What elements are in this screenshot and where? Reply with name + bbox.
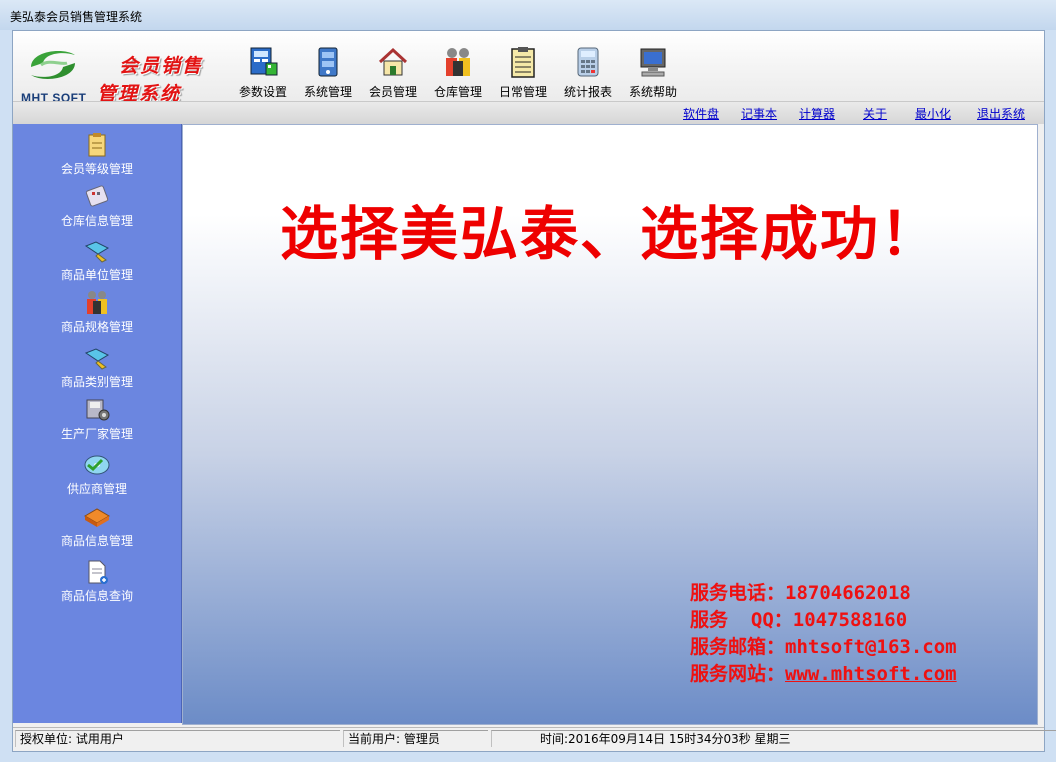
sidebar-item-spec[interactable]: 商品规格管理: [13, 288, 181, 340]
link-calculator[interactable]: 计算器: [799, 105, 835, 122]
sidebar-item-label: 商品类别管理: [60, 375, 133, 389]
sidebar-item-member-level[interactable]: 会员等级管理: [13, 130, 181, 182]
sidebar-item-warehouse-info[interactable]: 仓库信息管理: [13, 182, 181, 234]
app-window: MHT SOFT 会员销售 管理系统 参数设置 系统管理 会员管理 仓库管理 日…: [12, 30, 1056, 752]
toolbar-label: 参数设置: [238, 85, 287, 99]
sidebar-item-supplier[interactable]: 供应商管理: [13, 450, 181, 502]
cd-check-icon: [84, 455, 110, 475]
computer-icon: [640, 48, 666, 77]
clipboard-icon: [511, 47, 535, 78]
link-about[interactable]: 关于: [863, 105, 887, 122]
clipboard-icon: [88, 133, 106, 157]
link-notepad[interactable]: 记事本: [741, 105, 777, 122]
contact-website-label: 服务网站：: [690, 663, 786, 685]
calculator-icon: [85, 185, 109, 207]
logo: MHT SOFT 会员销售 管理系统: [15, 39, 225, 109]
toolbar-label: 日常管理: [498, 85, 547, 99]
toolbar-report-button[interactable]: 统计报表: [558, 43, 618, 99]
document-add-icon: [88, 560, 108, 584]
status-time: 时间:2016年09月14日 15时34分03秒 星期三: [491, 730, 1056, 747]
contact-phone: 服务电话：18704662018: [690, 580, 957, 607]
box-icon: [84, 508, 110, 527]
sidebar-item-label: 生产厂家管理: [60, 427, 133, 441]
status-current-user: 当前用户: 管理员: [343, 730, 488, 747]
quick-link-bar: 软件盘 记事本 计算器 关于 最小化 退出系统: [13, 101, 1044, 124]
sidebar-item-unit[interactable]: 商品单位管理: [13, 236, 181, 288]
toolbar-label: 会员管理: [368, 85, 417, 99]
sidebar: 会员等级管理 仓库信息管理 商品单位管理 商品规格管理 商品类别管理 生产厂家管…: [13, 124, 182, 723]
contact-email: 服务邮箱：mhtsoft@163.com: [690, 634, 957, 661]
status-bar: 授权单位: 试用用户 当前用户: 管理员 时间:2016年09月14日 15时3…: [13, 727, 1056, 750]
contact-qq: 服务 QQ：1047588160: [690, 607, 957, 634]
calculator-icon: [577, 47, 599, 77]
sidebar-item-label: 仓库信息管理: [60, 214, 133, 228]
toolbar-help-button[interactable]: 系统帮助: [623, 43, 683, 99]
sidebar-item-manufacturer[interactable]: 生产厂家管理: [13, 395, 181, 447]
contact-email-label: 服务邮箱：: [690, 636, 786, 658]
toolbar-label: 系统管理: [303, 85, 352, 99]
contact-phone-value: 18704662018: [785, 582, 911, 604]
contact-info: 服务电话：18704662018 服务 QQ：1047588160 服务邮箱：m…: [690, 580, 957, 688]
sidebar-item-product-info[interactable]: 商品信息管理: [13, 502, 181, 554]
disk-gear-icon: [86, 399, 110, 421]
main-content: 选择美弘泰、选择成功！ 服务电话：18704662018 服务 QQ：10475…: [182, 124, 1038, 725]
sidebar-item-category[interactable]: 商品类别管理: [13, 343, 181, 395]
link-minimize[interactable]: 最小化: [915, 105, 951, 122]
contact-phone-label: 服务电话：: [690, 582, 786, 604]
toolbar-daily-button[interactable]: 日常管理: [493, 43, 553, 99]
header: MHT SOFT 会员销售 管理系统 参数设置 系统管理 会员管理 仓库管理 日…: [13, 31, 1044, 124]
people-icon: [87, 291, 107, 314]
map-pen-icon: [84, 241, 110, 263]
toolbar-member-button[interactable]: 会员管理: [363, 43, 423, 99]
slogan: 选择美弘泰、选择成功！: [279, 200, 940, 268]
toolbar-warehouse-button[interactable]: 仓库管理: [428, 43, 488, 99]
toolbar-label: 系统帮助: [628, 85, 677, 99]
sidebar-item-label: 商品规格管理: [60, 320, 133, 334]
contact-email-value: mhtsoft@163.com: [785, 636, 957, 658]
map-pen-icon: [84, 348, 110, 370]
link-exit[interactable]: 退出系统: [977, 105, 1025, 122]
settings-icon: [250, 47, 278, 76]
contact-website: 服务网站：www.mhtsoft.com: [690, 661, 957, 688]
contact-website-link[interactable]: www.mhtsoft.com: [785, 663, 957, 685]
contact-qq-value: 1047588160: [792, 609, 908, 631]
toolbar-settings-button[interactable]: 参数设置: [233, 43, 293, 99]
people-icon: [446, 48, 470, 76]
sidebar-item-label: 供应商管理: [66, 482, 127, 496]
window-title: 美弘泰会员销售管理系统: [10, 10, 143, 24]
toolbar-label: 统计报表: [563, 85, 612, 99]
home-icon: [378, 47, 408, 76]
link-soft-keyboard[interactable]: 软件盘: [683, 105, 719, 122]
sidebar-item-label: 会员等级管理: [60, 162, 133, 176]
status-licensee: 授权单位: 试用用户: [15, 730, 340, 747]
sidebar-item-label: 商品信息查询: [60, 589, 133, 603]
logo-title-line1: 会员销售: [119, 55, 204, 77]
sidebar-item-label: 商品信息管理: [60, 534, 133, 548]
toolbar-system-button[interactable]: 系统管理: [298, 43, 358, 99]
toolbar-label: 仓库管理: [433, 85, 482, 99]
sidebar-item-label: 商品单位管理: [60, 268, 133, 282]
title-bar: 美弘泰会员销售管理系统: [0, 0, 1056, 30]
contact-qq-label: 服务 QQ：: [690, 609, 793, 631]
sidebar-item-product-query[interactable]: 商品信息查询: [13, 557, 181, 609]
system-cabinet-icon: [318, 47, 338, 77]
logo-swoosh-icon: [31, 51, 75, 79]
